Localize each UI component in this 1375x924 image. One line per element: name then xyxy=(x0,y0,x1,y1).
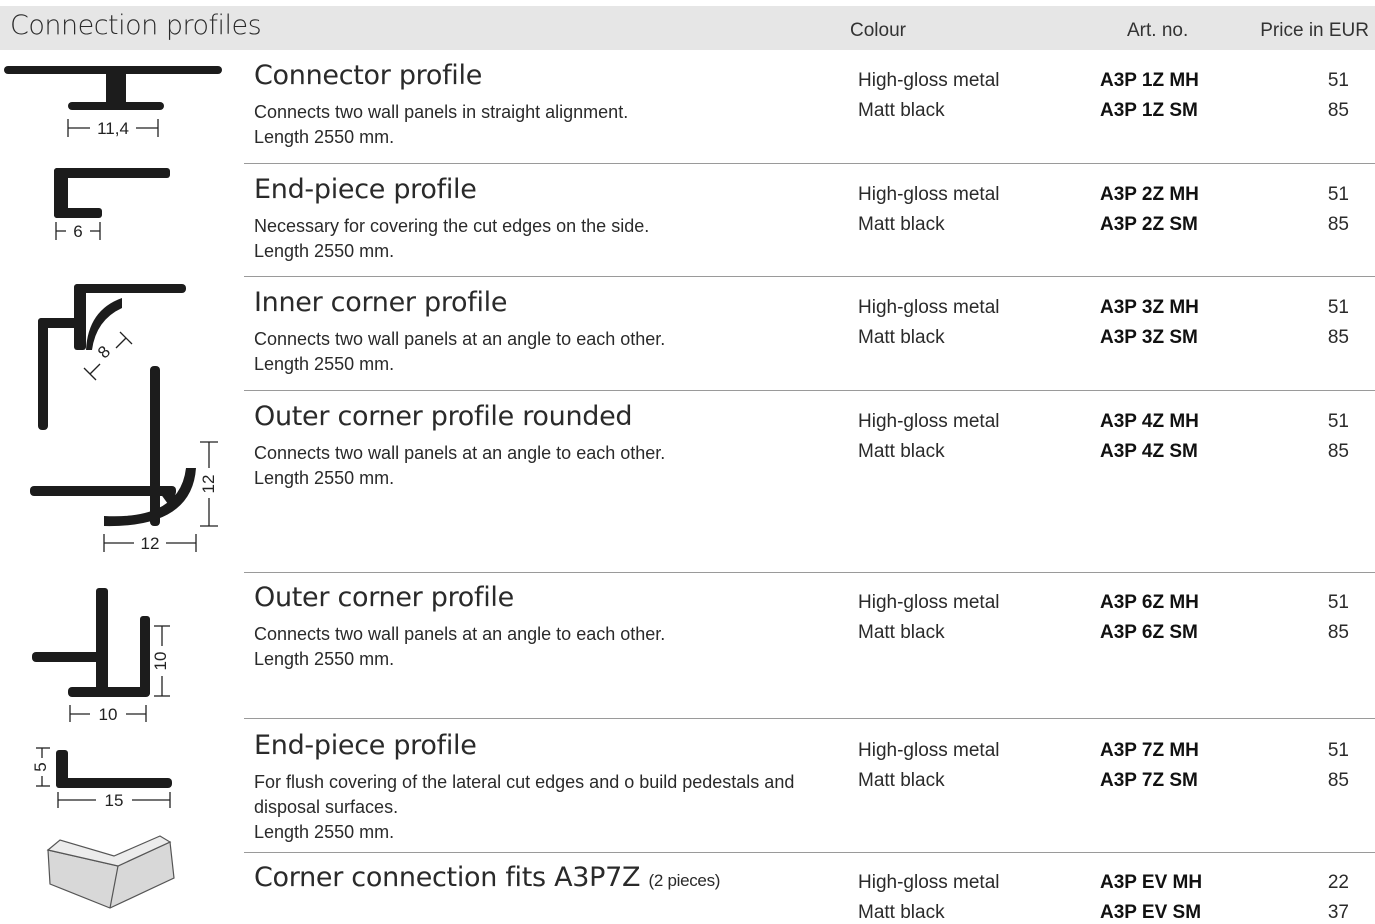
variant-price: 85 xyxy=(1327,214,1349,235)
variant-colour: Matt black xyxy=(858,100,945,121)
variant-art-no: A3P 4Z SM xyxy=(1100,441,1198,462)
variant-colour: High-gloss metal xyxy=(858,592,1000,613)
variant-price: 85 xyxy=(1327,441,1349,462)
variant-price: 51 xyxy=(1327,184,1349,205)
length-text: Length 2550 mm. xyxy=(254,822,395,842)
row-divider xyxy=(244,163,1375,164)
variant-art-no: A3P 3Z MH xyxy=(1100,297,1199,318)
variant-colour: Matt black xyxy=(858,622,945,643)
variant-price: 85 xyxy=(1327,622,1349,643)
corner-connection-piece xyxy=(46,835,175,909)
dimension-label: 12 xyxy=(141,534,160,553)
variant-art-no: A3P 2Z MH xyxy=(1100,184,1199,205)
section-header: Connection profiles Colour Art. no. Pric… xyxy=(0,6,1375,50)
dimension-label: 11,4 xyxy=(97,119,129,138)
dimension-label: 8 xyxy=(94,342,114,362)
variant-art-no: A3P 7Z SM xyxy=(1100,770,1198,791)
variant-art-no: A3P 2Z SM xyxy=(1100,214,1198,235)
variant-price: 85 xyxy=(1327,100,1349,121)
variant-colour: Matt black xyxy=(858,441,945,462)
column-header-art-no: Art. no. xyxy=(1127,20,1189,41)
variant-price: 51 xyxy=(1327,70,1349,91)
outer-corner-rounded-dimension xyxy=(103,441,218,552)
variant-colour: Matt black xyxy=(858,770,945,791)
variant-colour: High-gloss metal xyxy=(858,411,1000,432)
variant-art-no: A3P 6Z MH xyxy=(1100,592,1199,613)
variant-colour: High-gloss metal xyxy=(858,297,1000,318)
variant-art-no: A3P 1Z MH xyxy=(1100,70,1199,91)
variant-colour: High-gloss metal xyxy=(858,70,1000,91)
end-piece-profile-shape xyxy=(54,168,170,218)
variant-colour: High-gloss metal xyxy=(858,740,1000,761)
dimension-label: 12 xyxy=(199,475,218,494)
dimension-label: 15 xyxy=(105,791,124,810)
outer-corner-profile-shape xyxy=(32,588,150,697)
variant-price: 51 xyxy=(1327,740,1349,761)
variant-colour: Matt black xyxy=(858,327,945,348)
variant-price: 22 xyxy=(1327,872,1349,893)
section-title: Connection profiles xyxy=(10,10,262,41)
profile-drawings: 11,4 6 8 12 12 10 10 5 15 xyxy=(4,66,222,909)
variant-colour: High-gloss metal xyxy=(858,184,1000,205)
variant-art-no: A3P 7Z MH xyxy=(1100,740,1199,761)
column-header-price: Price in EUR xyxy=(1260,20,1369,41)
variant-price: 51 xyxy=(1327,411,1349,432)
outer-corner-dimension xyxy=(69,625,170,722)
row-divider xyxy=(244,390,1375,391)
variant-colour: Matt black xyxy=(858,214,945,235)
variant-art-no: A3P EV MH xyxy=(1100,872,1203,893)
catalog-page: Connection profiles Colour Art. no. Pric… xyxy=(0,0,1375,924)
dimension-label: 5 xyxy=(31,762,50,771)
outer-corner-rounded-profile-shape xyxy=(30,366,196,527)
dimension-label: 10 xyxy=(151,652,170,671)
variant-colour: Matt black xyxy=(858,902,945,923)
flush-end-piece-profile-shape xyxy=(56,750,172,788)
row-divider xyxy=(244,718,1375,719)
variant-art-no: A3P 6Z SM xyxy=(1100,622,1198,643)
variant-art-no: A3P 3Z SM xyxy=(1100,327,1198,348)
variant-price: 51 xyxy=(1327,297,1349,318)
dimension-label: 6 xyxy=(73,222,82,241)
variant-price: 85 xyxy=(1327,770,1349,791)
variant-colour: High-gloss metal xyxy=(858,872,1000,893)
variant-art-no: A3P 4Z MH xyxy=(1100,411,1199,432)
row-divider xyxy=(244,572,1375,573)
variant-price: 37 xyxy=(1327,902,1349,923)
connector-profile-web xyxy=(106,72,126,106)
connector-profile-base xyxy=(68,102,164,110)
row-divider xyxy=(244,276,1375,277)
variant-art-no: A3P 1Z SM xyxy=(1100,100,1198,121)
column-header-colour: Colour xyxy=(850,20,906,41)
row-divider xyxy=(244,852,1375,853)
dimension-label: 10 xyxy=(99,705,118,724)
variant-price: 51 xyxy=(1327,592,1349,613)
variant-art-no: A3P EV SM xyxy=(1100,902,1202,923)
variant-price: 85 xyxy=(1327,327,1349,348)
